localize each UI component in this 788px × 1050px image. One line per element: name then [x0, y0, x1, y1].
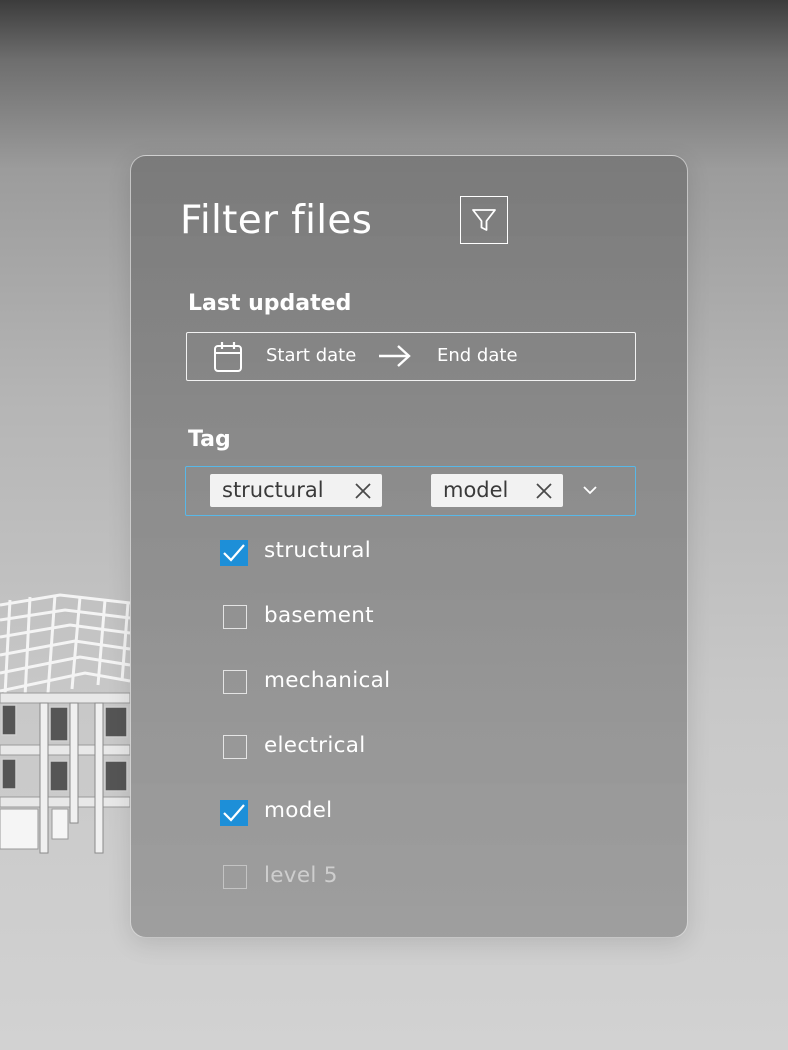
- tag-label: Tag: [188, 427, 231, 452]
- funnel-icon: [472, 209, 496, 231]
- tag-chip-model: model: [431, 474, 563, 507]
- option-structural[interactable]: structural: [218, 538, 518, 568]
- chip-label: model: [443, 478, 509, 502]
- arrow-right-icon: [379, 345, 411, 367]
- tag-select[interactable]: structural model: [185, 466, 636, 516]
- close-icon[interactable]: [354, 482, 372, 500]
- last-updated-label: Last updated: [188, 291, 352, 316]
- option-level-5[interactable]: level 5: [218, 863, 518, 893]
- calendar-icon: [214, 342, 242, 372]
- option-basement[interactable]: basement: [218, 603, 518, 633]
- filter-files-panel: Filter files Last updated Start date End…: [130, 155, 688, 938]
- chip-label: structural: [222, 478, 324, 502]
- option-label: electrical: [264, 733, 366, 758]
- checkbox-checked[interactable]: [220, 540, 248, 566]
- tag-chip-structural: structural: [210, 474, 382, 507]
- checkmark-icon: [223, 804, 245, 822]
- option-mechanical[interactable]: mechanical: [218, 668, 518, 698]
- end-date-input[interactable]: End date: [437, 345, 518, 366]
- option-model[interactable]: model: [218, 798, 518, 828]
- option-label: mechanical: [264, 668, 391, 693]
- chevron-down-icon[interactable]: [582, 484, 598, 496]
- checkbox[interactable]: [223, 865, 247, 889]
- option-label: level 5: [264, 863, 338, 888]
- option-label: basement: [264, 603, 374, 628]
- checkbox[interactable]: [223, 735, 247, 759]
- checkbox[interactable]: [223, 670, 247, 694]
- start-date-input[interactable]: Start date: [266, 345, 356, 366]
- checkbox-checked[interactable]: [220, 800, 248, 826]
- close-icon[interactable]: [535, 482, 553, 500]
- option-electrical[interactable]: electrical: [218, 733, 518, 763]
- date-range-field[interactable]: Start date End date: [186, 332, 636, 381]
- panel-title: Filter files: [180, 198, 373, 243]
- checkmark-icon: [223, 544, 245, 562]
- option-label: model: [264, 798, 333, 823]
- option-label: structural: [264, 538, 371, 563]
- checkbox[interactable]: [223, 605, 247, 629]
- filter-button[interactable]: [460, 196, 508, 244]
